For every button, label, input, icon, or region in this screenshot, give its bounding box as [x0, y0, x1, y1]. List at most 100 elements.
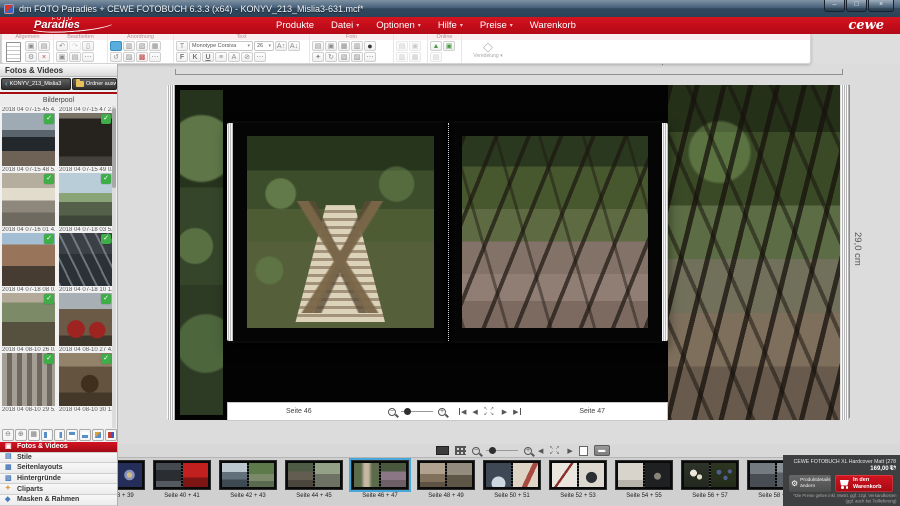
zoom-slider[interactable] [401, 411, 433, 412]
choose-folder-button[interactable]: Ordner auswählen [72, 78, 117, 90]
swap-photo-icon[interactable]: ▣ [325, 41, 337, 51]
zoom-in-icon[interactable]: + [524, 447, 532, 455]
group-objects-icon[interactable]: ▦ [149, 41, 161, 51]
book-page-right[interactable] [448, 123, 663, 341]
sidebar-item-cliparts[interactable]: ✦Cliparts [0, 484, 117, 495]
photo-thumbnail[interactable]: ✓ [2, 173, 55, 226]
veredelung-control[interactable]: ◇ Veredelung ▾ [462, 41, 514, 59]
italic-button[interactable]: K [189, 52, 201, 62]
back-folder-button[interactable]: ‹ KONYV_213_Mislia3 [1, 78, 71, 90]
zoom-out-icon[interactable]: − [472, 447, 480, 455]
copy-icon[interactable]: ▣ [56, 52, 68, 62]
bold-button[interactable]: F [176, 52, 188, 62]
thumbs-zoom-in-icon[interactable]: ⊕ [15, 429, 27, 441]
zoom-slider-knob[interactable] [489, 447, 496, 454]
insert-photo-icon[interactable]: ▤ [312, 41, 324, 51]
toggle-filmstrip-button[interactable]: ▬ [594, 445, 610, 456]
filmstrip-spread-52-53[interactable]: Seite 52 + 53 [548, 460, 608, 499]
new-document-icon[interactable] [6, 42, 21, 62]
view-toggle-icon[interactable] [54, 429, 66, 441]
underline-button[interactable]: U [202, 52, 214, 62]
delete-icon[interactable]: ▯ [82, 41, 94, 51]
photo-wooden-bridge[interactable] [247, 136, 434, 328]
no-style-icon[interactable]: ⊘ [241, 52, 253, 62]
more-arrange-icon[interactable]: ⋯ [149, 52, 161, 62]
sidebar-scrollbar[interactable] [112, 106, 116, 428]
add-text-icon[interactable]: T [176, 41, 188, 51]
thumbs-zoom-out-icon[interactable]: ⊖ [2, 429, 14, 441]
text-color-icon[interactable]: A [228, 52, 240, 62]
font-size-select[interactable]: 26▾ [254, 41, 274, 51]
rotate-icon[interactable]: ↺ [110, 52, 122, 62]
filmstrip-spread-40-41[interactable]: Seite 40 + 41 [152, 460, 212, 499]
photo-thumbnail[interactable]: ✓ [2, 353, 55, 406]
photo-thumbnail[interactable]: ✓ [59, 353, 112, 406]
view-toggle-icon[interactable] [41, 429, 53, 441]
photo-thumbnail[interactable]: ✓ [2, 233, 55, 286]
previous-spread-button[interactable]: ◀ [538, 447, 543, 455]
sidebar-item-hintergruende[interactable]: ▧Hintergründe [0, 474, 117, 485]
close-project-icon[interactable]: × [38, 52, 50, 62]
layer-down-icon[interactable]: ▨ [123, 52, 135, 62]
photo-thumbnail[interactable]: ✓ [59, 293, 112, 346]
close-button[interactable]: × [868, 0, 894, 12]
sidebar-item-stile[interactable]: ▤Stile [0, 453, 117, 464]
online-upload-icon[interactable]: ▤ [430, 52, 442, 62]
photo-thumbnail[interactable]: ✓ [2, 293, 55, 346]
filter-icon[interactable] [105, 429, 117, 441]
menu-produkte[interactable]: Produkte [276, 20, 314, 31]
single-spread-view-icon[interactable] [436, 446, 449, 455]
previous-page-button[interactable]: ◀ [472, 408, 477, 416]
next-spread-button[interactable]: ▶ [567, 447, 572, 455]
filmstrip-spread-44-45[interactable]: Seite 44 + 45 [284, 460, 344, 499]
photo-border-icon[interactable]: ▦ [338, 41, 350, 51]
zoom-out-icon[interactable]: − [388, 408, 396, 416]
sidebar-item-seitenlayouts[interactable]: ▦Seitenlayouts [0, 463, 117, 474]
sidebar-item-fotos-videos[interactable]: ▣Fotos & Videos [0, 442, 117, 453]
maximize-button[interactable]: □ [846, 0, 867, 12]
view-toggle-icon[interactable] [66, 429, 78, 441]
shadow-icon[interactable]: ▨ [351, 52, 363, 62]
redo-icon[interactable]: ↷ [69, 41, 81, 51]
fit-view-icon[interactable]: ↖↗↙↘ [549, 446, 561, 456]
product-details-button[interactable]: ⚙ Produktdetailsändern [789, 475, 831, 492]
rotate-photo-icon[interactable]: ↻ [325, 52, 337, 62]
menu-warenkorb[interactable]: Warenkorb [530, 20, 576, 31]
view-toggle-icon[interactable] [79, 429, 91, 441]
more-photo-icon[interactable]: ⋯ [364, 52, 376, 62]
first-page-button[interactable]: ◀ [459, 408, 466, 416]
font-larger-icon[interactable]: A↑ [275, 41, 287, 51]
add-to-cart-button[interactable]: In denWarenkorb [835, 475, 893, 492]
filmstrip-spread-38-39[interactable]: Seite 38 + 39 [118, 460, 146, 499]
page-preview-icon[interactable] [579, 446, 588, 456]
effect-icon[interactable]: ▤ [396, 41, 408, 51]
last-page-button[interactable]: ▶ [513, 408, 520, 416]
menu-datei[interactable]: Datei▾ [331, 20, 359, 31]
zoom-slider-knob[interactable] [404, 408, 411, 415]
photo-pond-branches-large[interactable] [668, 85, 840, 420]
undo-icon[interactable]: ↶ [56, 41, 68, 51]
more-text-icon[interactable]: ⋯ [254, 52, 266, 62]
more-edit-icon[interactable]: ⋯ [82, 52, 94, 62]
font-family-select[interactable]: Monotype Corsiva▾ [189, 41, 253, 51]
fit-view-icon[interactable]: ↖↗↙↘ [484, 407, 496, 417]
online-share-icon[interactable]: ▣ [443, 41, 455, 51]
photo-pond-with-branches[interactable] [462, 136, 649, 328]
zoom-in-icon[interactable]: + [438, 408, 446, 416]
settings-gear-icon[interactable]: ⚙ [25, 52, 37, 62]
open-project-icon[interactable]: ▣ [25, 41, 37, 51]
photo-forest-strip[interactable] [180, 90, 223, 415]
sort-icon[interactable] [92, 429, 104, 441]
photo-thumbnail[interactable]: ✓ [59, 113, 112, 166]
layer-delete-icon[interactable]: ▩ [136, 52, 148, 62]
filmstrip-spread-48-49[interactable]: Seite 48 + 49 [416, 460, 476, 499]
all-pages-view-icon[interactable] [455, 446, 466, 455]
grid-view-icon[interactable]: ▦ [28, 429, 40, 441]
book-page-left[interactable] [233, 123, 448, 341]
save-project-icon[interactable]: ▤ [38, 41, 50, 51]
scrollbar-thumb[interactable] [112, 108, 116, 188]
filmstrip-spread-42-43[interactable]: Seite 42 + 43 [218, 460, 278, 499]
photo-thumbnail[interactable]: ✓ [2, 113, 55, 166]
photo-thumbnail[interactable]: ✓ [59, 233, 112, 286]
filmstrip-spread-50-51[interactable]: Seite 50 + 51 [482, 460, 542, 499]
